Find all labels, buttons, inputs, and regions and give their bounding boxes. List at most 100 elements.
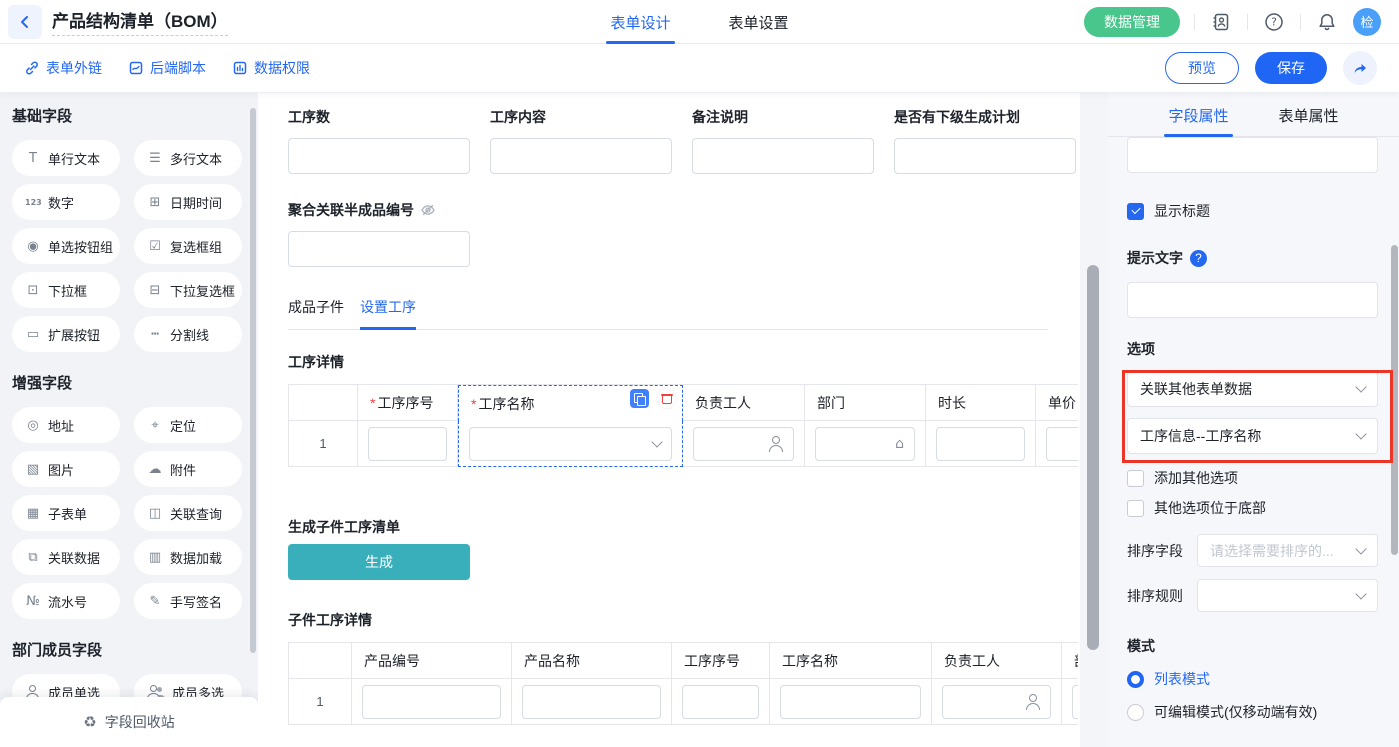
tab-form-design[interactable]: 表单设计	[610, 0, 670, 44]
sidebar-field-item[interactable]: ☑复选框组	[134, 228, 242, 264]
cell-input-input[interactable]	[936, 427, 1025, 461]
cell-dept-input[interactable]: ⌂	[815, 427, 915, 461]
cell-input-input[interactable]	[1046, 427, 1078, 461]
column-header: 负责工人	[683, 385, 805, 421]
sidebar-field-item[interactable]: ⊞日期时间	[134, 184, 242, 220]
field-input[interactable]	[894, 138, 1076, 174]
back-button[interactable]	[8, 5, 42, 39]
sidebar-field-item[interactable]: ◉单选按钮组	[12, 228, 120, 264]
sidebar-field-item[interactable]: ✎手写签名	[134, 583, 242, 619]
external-link-action[interactable]: 表单外链	[24, 58, 102, 78]
sidebar-field-item[interactable]: ▦子表单	[12, 495, 120, 531]
sort-rule-row: 排序规则	[1127, 579, 1378, 612]
sidebar-field-item[interactable]: ⧉关联数据	[12, 539, 120, 575]
field-type-icon: ◎	[25, 418, 41, 433]
field-input[interactable]	[288, 231, 470, 267]
help-icon[interactable]: ?	[1190, 250, 1207, 267]
radio-label: 可编辑模式(仅移动端有效)	[1154, 702, 1317, 722]
option-checkbox[interactable]: 其他选项位于底部	[1127, 498, 1378, 518]
sidebar-field-item[interactable]: ⊡下拉框	[12, 272, 120, 308]
department-icon: ⌂	[895, 437, 904, 451]
cell-input-input[interactable]	[368, 427, 447, 461]
person-icon	[767, 436, 783, 452]
canvas-scrollbar[interactable]	[1087, 265, 1099, 650]
required-asterisk: *	[370, 395, 375, 411]
sort-field-label: 排序字段	[1127, 541, 1183, 561]
sidebar-field-item[interactable]: 123数字	[12, 184, 120, 220]
cell-person-input[interactable]	[693, 427, 794, 461]
field-type-icon: T	[25, 151, 41, 166]
sidebar-field-item[interactable]: ⌖定位	[134, 407, 242, 443]
data-manage-button[interactable]: 数据管理	[1084, 7, 1180, 37]
canvas-field[interactable]: 是否有下级生成计划	[894, 107, 1076, 174]
cell-input-input[interactable]	[362, 685, 501, 719]
column-header: 产品编号	[352, 643, 512, 679]
sidebar-field-item[interactable]: T单行文本	[12, 140, 120, 176]
sidebar-scrollbar[interactable]	[250, 108, 256, 653]
cell-input-input[interactable]	[1072, 685, 1078, 719]
canvas-field[interactable]: 备注说明	[692, 107, 874, 174]
table-cell	[512, 679, 672, 725]
link-icon	[24, 60, 40, 76]
help-icon[interactable]: ?	[1262, 10, 1286, 34]
field-input[interactable]	[692, 138, 874, 174]
sidebar-field-item[interactable]: ▭扩展按钮	[12, 316, 120, 352]
sort-field-select[interactable]: 请选择需要排序的...	[1197, 534, 1378, 567]
title-input-cropped[interactable]	[1127, 137, 1378, 173]
sidebar-field-item[interactable]: ┅分割线	[134, 316, 242, 352]
hint-text-input[interactable]	[1127, 282, 1378, 318]
canvas-field-agg[interactable]: 聚合关联半成品编号	[288, 200, 470, 267]
sidebar-field-grid: T单行文本 ☰多行文本 123数字 ⊞日期时间 ◉单选按钮组 ☑复选框组 ⊡下拉框 ⊟下拉复选…	[12, 140, 246, 352]
field-input[interactable]	[288, 138, 470, 174]
cell-input-input[interactable]	[682, 685, 759, 719]
row-number: 1	[288, 679, 352, 725]
notification-bell-icon[interactable]	[1315, 10, 1339, 34]
cell-input-input[interactable]	[780, 685, 921, 719]
sidebar-section-title: 增强字段	[12, 372, 246, 393]
show-title-checkbox[interactable]: 显示标题	[1127, 201, 1378, 221]
generate-button[interactable]: 生成	[288, 544, 470, 580]
copy-icon[interactable]	[630, 389, 649, 408]
user-avatar[interactable]: 检	[1353, 8, 1381, 36]
checkbox-icon	[1127, 470, 1144, 487]
tab-form-settings[interactable]: 表单设置	[729, 0, 789, 44]
sidebar-field-item[interactable]: ⊟下拉复选框	[134, 272, 242, 308]
mode-radio-option[interactable]: 可编辑模式(仅移动端有效)	[1127, 702, 1378, 722]
panel-scrollbar[interactable]	[1391, 245, 1398, 555]
sidebar-field-item[interactable]: ◎地址	[12, 407, 120, 443]
radio-icon	[1127, 704, 1144, 721]
contacts-icon[interactable]	[1209, 10, 1233, 34]
save-button[interactable]: 保存	[1255, 52, 1327, 84]
canvas-field[interactable]: 工序内容	[490, 107, 672, 174]
sidebar-field-item[interactable]: ◫关联查询	[134, 495, 242, 531]
option-checkbox[interactable]: 添加其他选项	[1127, 468, 1378, 488]
field-input[interactable]	[490, 138, 672, 174]
data-permission-action[interactable]: 数据权限	[232, 58, 310, 78]
sidebar-field-item[interactable]: ▧图片	[12, 451, 120, 487]
table-cell	[683, 421, 805, 467]
sort-rule-select[interactable]	[1197, 579, 1378, 612]
tab-set-process[interactable]: 设置工序	[360, 297, 416, 329]
canvas-field[interactable]: 工序数	[288, 107, 470, 174]
sidebar-field-item[interactable]: ▥数据加载	[134, 539, 242, 575]
tab-form-properties[interactable]: 表单属性	[1279, 93, 1339, 137]
preview-button[interactable]: 预览	[1165, 52, 1239, 84]
field-palette-sidebar: 基础字段T单行文本☰多行文本123数字⊞日期时间◉单选按钮组☑复选框组⊡下拉框⊟…	[0, 93, 258, 747]
cell-select-input[interactable]	[469, 427, 672, 461]
share-button[interactable]	[1343, 51, 1377, 85]
table-cell	[932, 679, 1062, 725]
cell-person-input[interactable]	[942, 685, 1051, 719]
option-source-select[interactable]: 关联其他表单数据	[1127, 371, 1378, 407]
properties-panel: 字段属性 表单属性 显示标题 提示文字 ? 选项 关联其他表单数据 工序信息--…	[1108, 93, 1399, 747]
field-recycle-bin[interactable]: ♻ 字段回收站	[0, 697, 258, 747]
cell-input-input[interactable]	[522, 685, 661, 719]
trash-icon[interactable]	[657, 389, 676, 408]
sidebar-field-item[interactable]: №流水号	[12, 583, 120, 619]
tab-field-properties[interactable]: 字段属性	[1168, 93, 1228, 137]
backend-script-action[interactable]: 后端脚本	[128, 58, 206, 78]
sidebar-field-item[interactable]: ☁附件	[134, 451, 242, 487]
tab-finished-parts[interactable]: 成品子件	[288, 297, 344, 329]
mode-radio-option[interactable]: 列表模式	[1127, 669, 1378, 689]
option-field-select[interactable]: 工序信息--工序名称	[1127, 418, 1378, 454]
sidebar-field-item[interactable]: ☰多行文本	[134, 140, 242, 176]
